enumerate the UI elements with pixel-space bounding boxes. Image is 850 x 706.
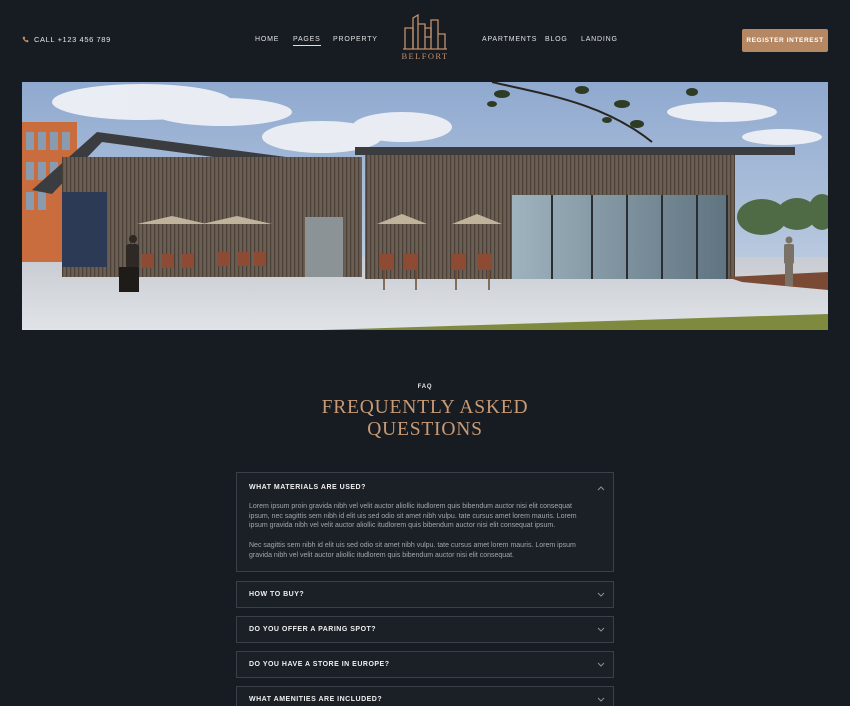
nav-blog[interactable]: BLOG [545, 36, 568, 43]
faq-item-parking[interactable]: DO YOU OFFER A PARING SPOT? [236, 616, 614, 643]
faq-title: FREQUENTLY ASKED QUESTIONS [0, 397, 850, 441]
logo-text: BELFORT [401, 51, 449, 61]
nav-property[interactable]: PROPERTY [333, 36, 378, 43]
site-header: CALL +123 456 789 HOME PAGES PROPERTY BE… [0, 0, 850, 80]
nav-apartments[interactable]: APARTMENTS [482, 36, 537, 43]
hero-image [22, 82, 828, 330]
register-interest-button[interactable]: REGISTER INTEREST [742, 29, 828, 52]
faq-item-materials[interactable]: WHAT MATERIALS ARE USED? Lorem ipsum pro… [236, 472, 614, 572]
faq-answer-paragraph-1: Lorem ipsum proin gravida nibh vel velit… [249, 503, 577, 530]
nav-landing[interactable]: LANDING [581, 36, 618, 43]
faq-question[interactable]: DO YOU HAVE A STORE IN EUROPE? [249, 661, 390, 668]
faq-item-how-to-buy[interactable]: HOW TO BUY? [236, 581, 614, 608]
phone-icon [22, 36, 29, 43]
faq-item-amenities[interactable]: WHAT AMENITIES ARE INCLUDED? [236, 686, 614, 706]
nav-home[interactable]: HOME [255, 36, 279, 43]
faq-question[interactable]: HOW TO BUY? [249, 591, 304, 598]
faq-eyebrow: FAQ [417, 384, 433, 390]
site-logo[interactable]: BELFORT [400, 14, 450, 61]
nav-pages[interactable]: PAGES [293, 36, 321, 46]
call-label: CALL +123 456 789 [34, 35, 111, 44]
faq-item-store-europe[interactable]: DO YOU HAVE A STORE IN EUROPE? [236, 651, 614, 678]
faq-question[interactable]: DO YOU OFFER A PARING SPOT? [249, 626, 376, 633]
faq-title-line2: QUESTIONS [367, 419, 483, 440]
faq-title-line1: FREQUENTLY ASKED [321, 397, 529, 418]
building-logo-icon [403, 14, 447, 50]
chevron-down-icon[interactable] [597, 697, 605, 703]
call-link[interactable]: CALL +123 456 789 [22, 35, 111, 44]
faq-question[interactable]: WHAT AMENITIES ARE INCLUDED? [249, 696, 382, 703]
faq-question[interactable]: WHAT MATERIALS ARE USED? [249, 484, 366, 491]
faq-answer-paragraph-2: Nec sagittis sem nibh id elit uis sed od… [249, 542, 576, 559]
chevron-down-icon[interactable] [597, 592, 605, 598]
chevron-down-icon[interactable] [597, 662, 605, 668]
chevron-down-icon[interactable] [597, 627, 605, 633]
chevron-up-icon[interactable] [597, 485, 605, 491]
